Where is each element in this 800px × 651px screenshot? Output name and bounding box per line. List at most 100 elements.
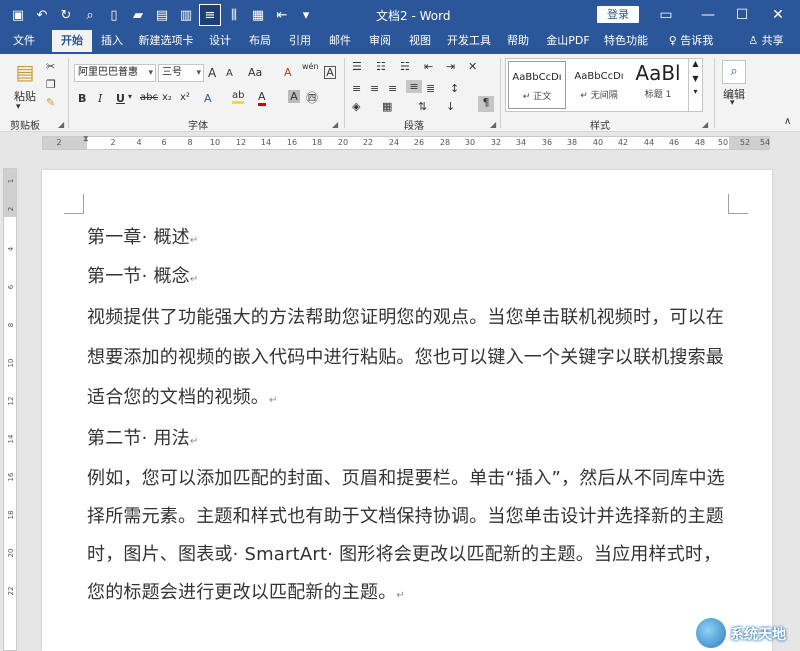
distributed-icon[interactable]: ≣ [426,82,435,95]
tab-review[interactable]: 审阅 [362,30,398,54]
tab-help[interactable]: 帮助 [500,30,536,54]
close-icon[interactable]: ✕ [764,4,792,26]
more-styles-icon[interactable]: ▾ [689,87,702,96]
strikethrough-icon[interactable]: abc [140,92,158,103]
open-folder-icon[interactable]: ▰ [128,5,148,25]
customize-qat-icon[interactable]: ▾ [296,5,316,25]
align-icon[interactable]: ≡ [199,4,221,26]
format-icon[interactable]: ▥ [176,5,196,25]
tab-references[interactable]: 引用 [282,30,318,54]
ribbon-display-icon[interactable]: ▭ [652,4,680,26]
grow-font-icon[interactable]: A [208,66,216,80]
chevron-down-icon[interactable]: ▼ [689,74,702,83]
new-document-icon[interactable]: ▯ [104,5,124,25]
chevron-up-icon[interactable]: ▲ [689,59,702,68]
style-no-spacing[interactable]: AaBbCcDı ↵ 无间隔 [570,61,628,109]
cut-icon[interactable]: ✂ [46,60,55,73]
columns-icon[interactable]: ⫼ [224,5,244,25]
heading-chapter[interactable]: 第一章· 概述↵ [87,220,727,259]
tab-file[interactable]: 文件 [6,30,42,54]
vertical-ruler[interactable]: 1 2 4 6 8 10 12 14 16 18 20 22 [3,168,17,651]
font-size-combo[interactable]: 三号 ▾ [158,64,204,82]
underline-icon[interactable]: U [116,92,125,105]
text-effects-icon[interactable]: A [204,92,212,105]
italic-icon[interactable]: I [98,92,102,105]
align-right-icon[interactable]: ≡ [388,82,397,95]
heading-section[interactable]: 第二节· 用法↵ [87,421,727,460]
clipboard-launcher-icon[interactable]: ◢ [58,120,64,129]
bold-icon[interactable]: B [78,92,86,105]
tab-new[interactable]: 新建选项卡 [134,30,198,54]
login-button[interactable]: 登录 [597,6,639,23]
indent-marker-icon[interactable]: ⧗ [83,134,89,144]
heading-section[interactable]: 第一节· 概念↵ [87,259,727,298]
tab-developer[interactable]: 开发工具 [442,30,496,54]
chevron-down-icon[interactable]: ▾ [128,92,132,101]
line-spacing-icon[interactable]: ↕ [450,82,459,95]
tab-insert[interactable]: 插入 [94,30,130,54]
format-painter-icon[interactable]: ✎ [46,96,55,109]
styles-scroll[interactable]: ▲ ▼ ▾ [689,58,703,112]
highlight-icon[interactable]: ab [232,90,245,104]
chinese-layout-icon[interactable]: ✕ [468,60,477,73]
tab-layout[interactable]: 布局 [242,30,278,54]
decrease-indent-icon[interactable]: ⇤ [424,60,433,73]
char-border-icon[interactable]: A [324,66,336,79]
subscript-icon[interactable]: x₂ [162,92,172,103]
style-normal[interactable]: AaBbCcDı ↵ 正文 [508,61,566,109]
copy-icon[interactable]: ❐ [46,78,56,91]
search-icon[interactable]: ⌕ [722,60,746,84]
align-left-icon[interactable]: ≡ [352,82,361,95]
collapse-ribbon-icon[interactable]: ∧ [784,116,791,127]
style-heading-1[interactable]: AaBl 标题 1 [630,61,686,109]
justify-icon[interactable]: ≡ [406,80,422,93]
redo-icon[interactable]: ↻ [56,5,76,25]
document-body[interactable]: 第一章· 概述↵ 第一节· 概念↵ 视频提供了功能强大的方法帮助您证明您的观点。… [87,220,727,615]
align-center-icon[interactable]: ≡ [370,82,379,95]
tab-view[interactable]: 视图 [402,30,438,54]
horizontal-ruler[interactable]: 2 2 4 6 8 10 12 14 16 18 20 22 24 26 28 … [42,134,770,150]
layout-icon[interactable]: ▦ [248,5,268,25]
tab-features[interactable]: 特色功能 [600,30,652,54]
tab-design[interactable]: 设计 [202,30,238,54]
shading-icon[interactable]: ◈ [352,100,360,113]
phonetic-guide-icon[interactable]: wén [302,62,319,71]
maximize-icon[interactable]: ☐ [728,4,756,26]
font-launcher-icon[interactable]: ◢ [332,120,338,129]
superscript-icon[interactable]: x² [180,92,190,103]
enclose-char-icon[interactable]: ㊃ [306,89,318,106]
styles-launcher-icon[interactable]: ◢ [702,120,708,129]
char-shading-icon[interactable]: A [288,90,300,103]
increase-indent-icon[interactable]: ⇥ [446,60,455,73]
share-button[interactable]: ♙ 共享 [738,30,794,54]
paste-label[interactable]: 粘贴 [8,88,42,104]
paragraph-launcher-icon[interactable]: ◢ [490,120,496,129]
body-paragraph[interactable]: 视频提供了功能强大的方法帮助您证明您的观点。当您单击联机视频时，可以在想要添加的… [87,298,727,421]
paste-icon[interactable]: ▤ [152,5,172,25]
body-paragraph[interactable]: 例如，您可以添加匹配的封面、页眉和提要栏。单击“插入”，然后从不同库中选择所需元… [87,460,727,615]
save-icon[interactable]: ▣ [8,5,28,25]
minimize-icon[interactable]: — [694,4,722,26]
font-color-icon[interactable]: A [258,90,266,106]
show-marks-icon[interactable]: ¶ [478,96,494,112]
tell-me-box[interactable]: ♀ 告诉我 [660,30,722,54]
document-page[interactable]: 第一章· 概述↵ 第一节· 概念↵ 视频提供了功能强大的方法帮助您证明您的观点。… [42,170,772,651]
change-case-icon[interactable]: Aa [248,66,262,79]
tab-kingsoft-pdf[interactable]: 金山PDF [540,30,596,54]
tab-mailings[interactable]: 邮件 [322,30,358,54]
clear-format-icon[interactable]: A [284,66,292,79]
spacing-icon[interactable]: ⇤ [272,5,292,25]
paste-clipboard-icon[interactable]: ▤ [12,60,38,86]
bullets-icon[interactable]: ☰ [352,60,362,73]
numbering-icon[interactable]: ☷ [376,60,386,73]
undo-icon[interactable]: ↶ [32,5,52,25]
sort-az-icon[interactable]: ↓ [446,100,455,113]
sort-icon[interactable]: ⇅ [418,100,427,113]
borders-icon[interactable]: ▦ [382,100,392,113]
tab-home[interactable]: 开始 [52,30,92,54]
paste-dropdown-icon[interactable]: ▾ [16,102,21,112]
chevron-down-icon[interactable]: ▾ [730,98,735,108]
multilevel-list-icon[interactable]: ☵ [400,60,410,73]
print-preview-icon[interactable]: ⌕ [80,5,100,25]
shrink-font-icon[interactable]: A [226,68,233,79]
